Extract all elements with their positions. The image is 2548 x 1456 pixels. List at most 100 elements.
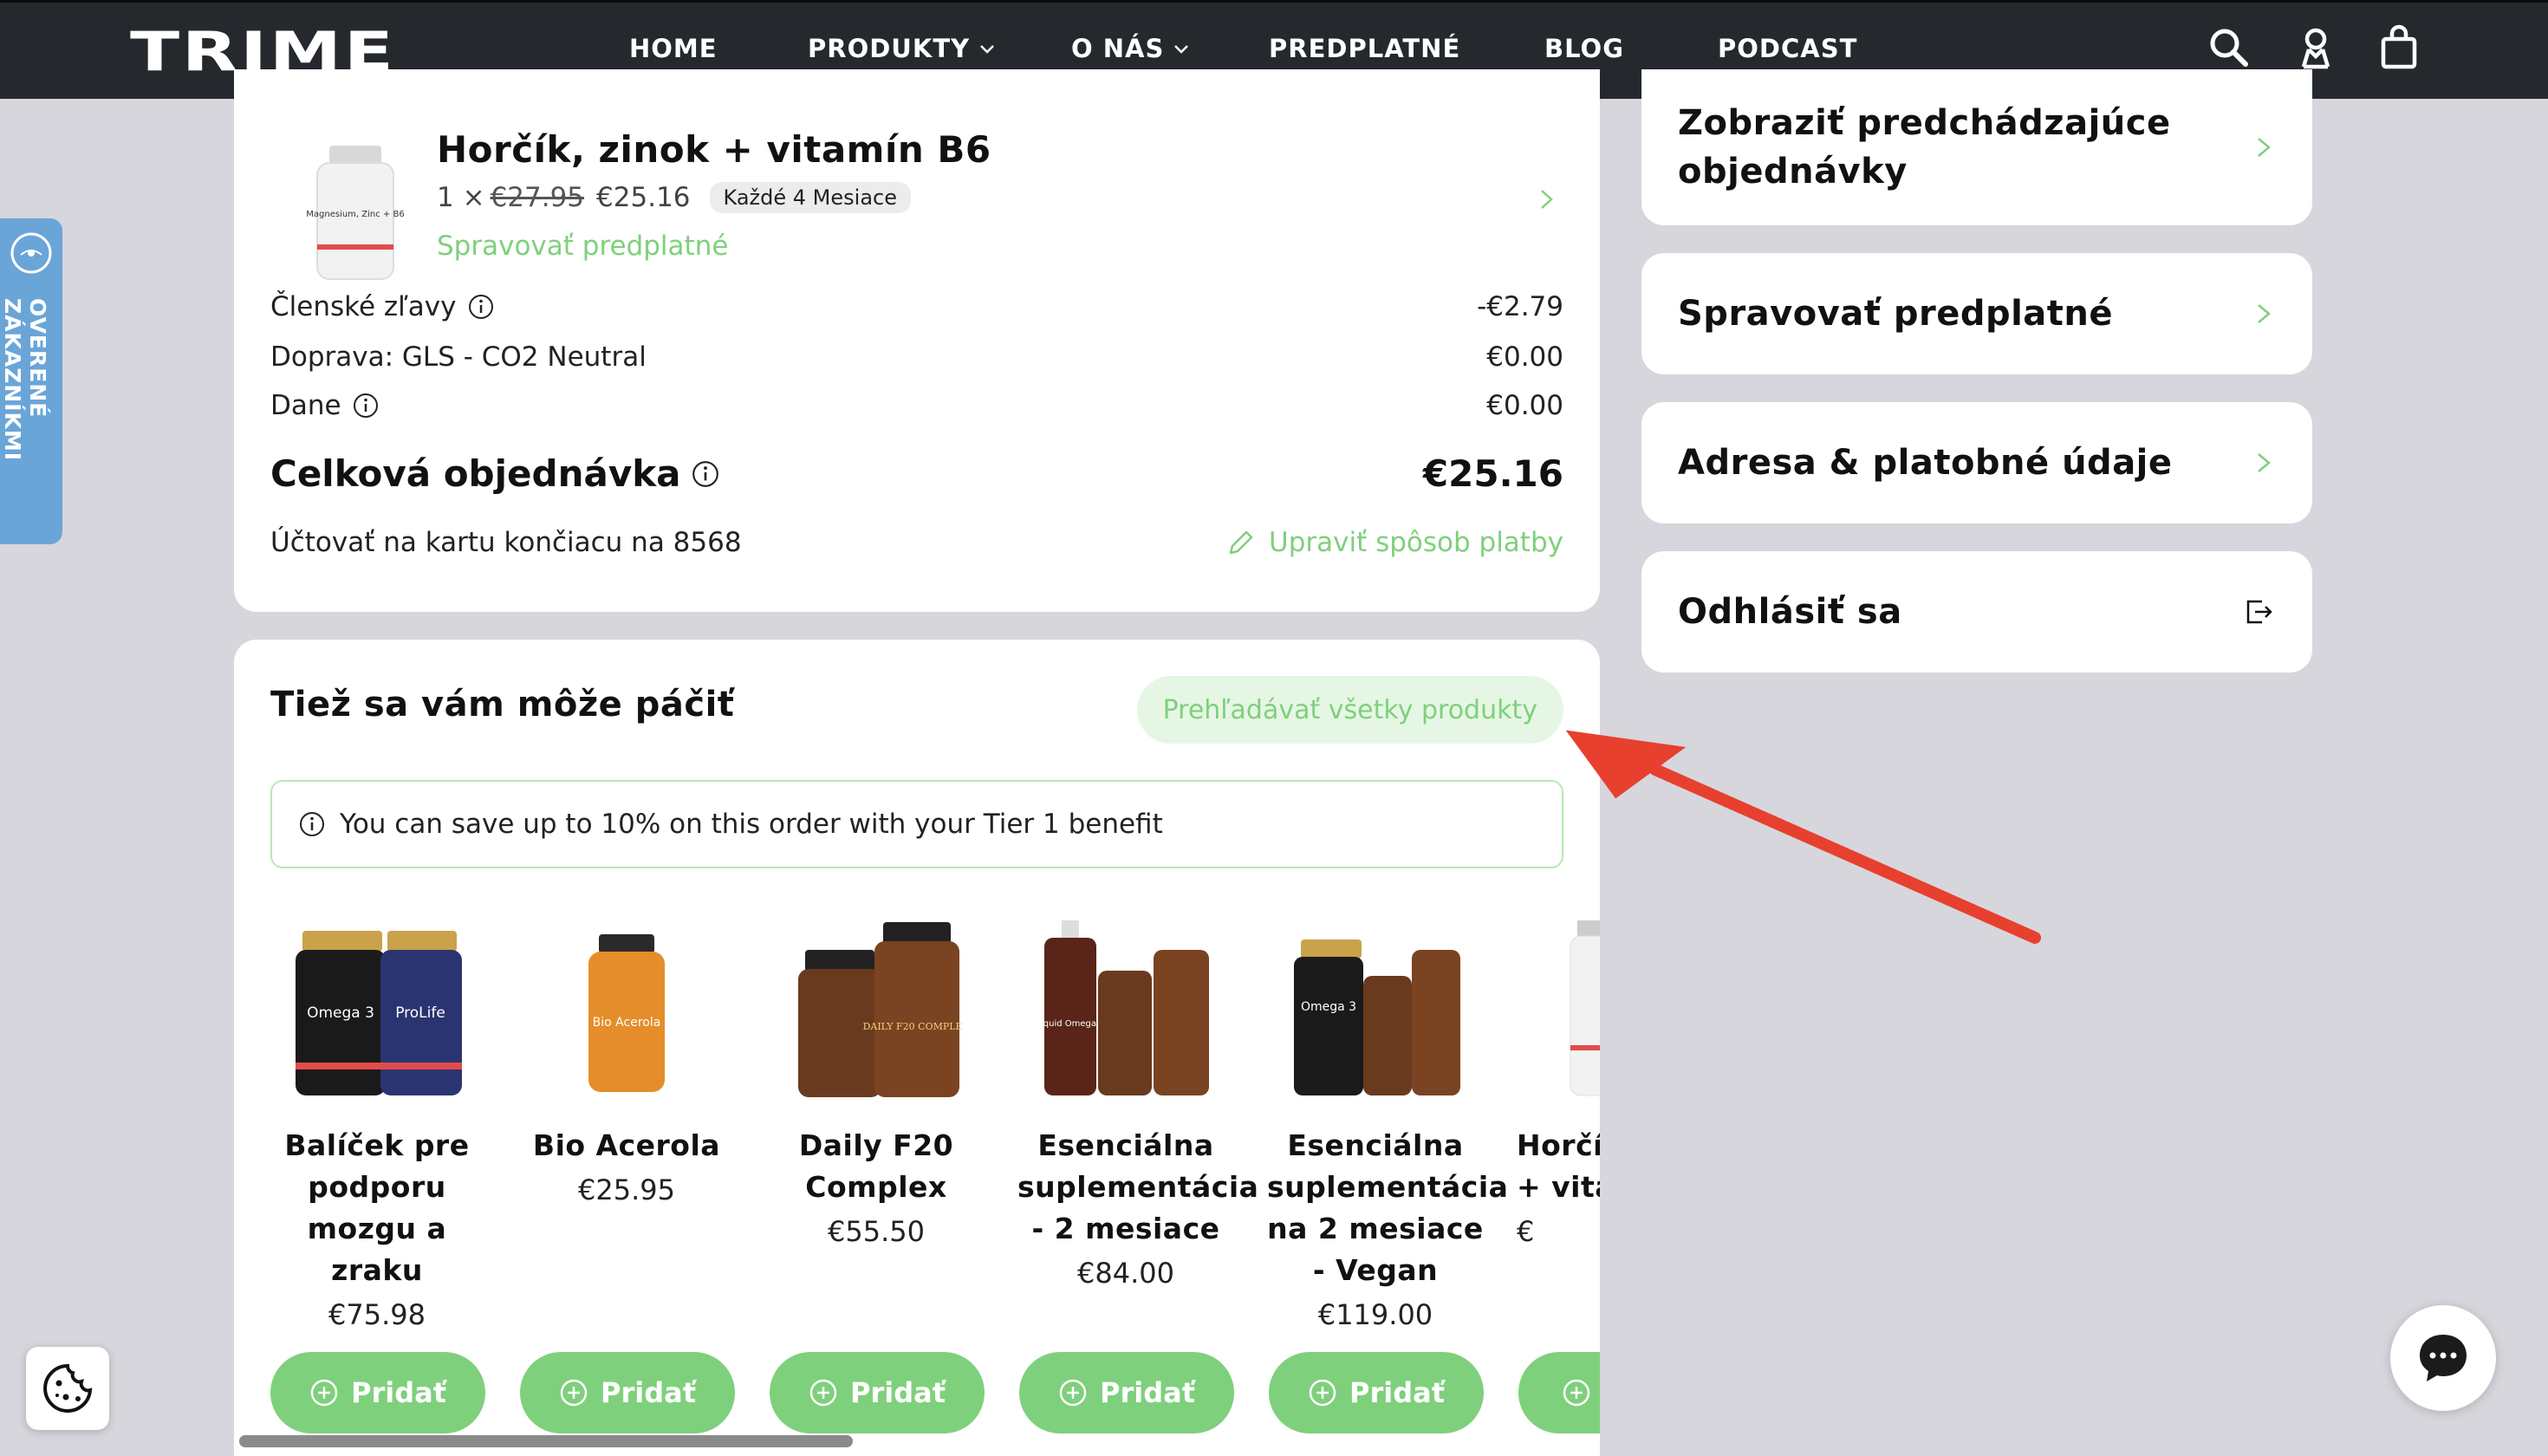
product-image: Omega 3 [1294,939,1460,1095]
product-image: Omega 3 ProLife [296,931,462,1095]
chevron-right-icon[interactable] [1534,182,1560,217]
add-button[interactable]: Pridať [1269,1352,1484,1433]
address-payment-link[interactable]: Adresa & platobné údaje [1641,402,2312,523]
shipping-row: Doprava: GLS - CO2 Neutral €0.00 [270,341,1563,373]
bottle-label: DAILY F20 COMPLEX [863,1021,963,1032]
verified-badge-icon [10,232,52,274]
plus-circle-icon [1059,1379,1087,1407]
product-price: €25.95 [578,1173,675,1206]
verified-customers-tab[interactable]: OVERENÉ ZÁKAZNÍKMI [0,218,62,544]
product-price: €84.00 [1077,1257,1174,1290]
nav-podcast[interactable]: PODCAST [1718,34,1857,63]
plus-circle-icon [809,1379,837,1407]
product-image: DAILY F20 COMPLEX [798,922,963,1097]
product-name: Balíček pre podporu mozgu a zraku [284,1128,470,1287]
search-icon[interactable] [2205,23,2253,72]
tier-message: You can save up to 10% on this order wit… [340,809,1163,840]
product-card[interactable]: Bio Acerola Bio Acerola €25.95 [518,915,735,1206]
discount-row: Členské zľavy -€2.79 [270,291,1563,322]
add-button[interactable]: Pridať [270,1352,485,1433]
nav-o-nas-label: O NÁS [1071,34,1165,63]
nav-blog[interactable]: BLOG [1544,34,1624,63]
chevron-right-icon [2258,138,2271,157]
info-icon [300,812,324,836]
total-value: €25.16 [1422,452,1563,495]
bottle-label: Omega 3 [307,1004,374,1022]
cookie-icon [43,1363,93,1413]
cookie-settings-button[interactable] [26,1347,109,1430]
bottle-label: Omega 3 [1301,1000,1356,1014]
info-icon[interactable] [467,293,495,321]
nav-podcast-label: PODCAST [1718,34,1858,63]
nav-o-nas[interactable]: O NÁS [1071,34,1190,63]
thumb-label: Magnesium, Zinc + B6 [306,210,404,219]
bottle-label: Liquid Omega 3 [1039,1019,1105,1029]
chat-bubble-icon [2420,1335,2467,1381]
product-price: € [1517,1215,1535,1248]
pencil-icon [1229,530,1253,555]
sidebar-item-label: Zobraziť predchádzajúce objednávky [1678,103,2171,192]
card-info: Účtovať na kartu končiacu na 8568 [270,527,742,558]
cart-icon[interactable] [2375,23,2423,72]
product-card[interactable]: Liquid Omega 3 Esenciálna suplementácia … [1017,915,1259,1290]
suggestions-card: Tiež sa vám môže páčiť Prehľadávať všetk… [234,640,1600,1456]
tax-row: Dane €0.00 [270,390,1563,421]
product-card[interactable]: DAILY F20 COMPLEX Daily F20 Complex €55.… [768,915,985,1248]
nav-home[interactable]: HOME [629,34,718,63]
total-label: Celková objednávka [270,452,681,495]
product-image: Liquid Omega 3 [1039,920,1209,1095]
product-name: Esenciálna suplementácia na 2 mesiace - … [1267,1128,1509,1287]
total-row: Celková objednávka €25.16 [270,452,1563,495]
chevron-right-icon [2258,453,2271,472]
nav-predplatne[interactable]: PREDPLATNÉ [1269,34,1460,63]
manage-subscription-link[interactable]: Spravovať predplatné [437,231,728,262]
product-card[interactable]: Omega 3 Esenciálna suplementácia na 2 me… [1267,915,1509,1331]
add-button[interactable]: Pridať [770,1352,985,1433]
chevron-down-icon [980,45,995,54]
shipping-label: Doprava: GLS - CO2 Neutral [270,341,647,373]
chat-widget-button[interactable] [2390,1305,2496,1411]
product-card[interactable]: Omega 3 ProLife Balíček pre podporu mozg… [269,915,485,1331]
plus-circle-icon [1563,1379,1590,1407]
payment-row: Účtovať na kartu končiacu na 8568 Upravi… [270,527,1563,558]
product-name: Horčík, zinok + vitamín B6 [1517,1128,1600,1204]
sidebar-item-label: Adresa & platobné údaje [1678,443,2173,483]
product-name: Daily F20 Complex [798,1128,954,1204]
add-button-label: Pridať [601,1376,696,1409]
product-card[interactable]: Horčík, zinok + vitamín B6 € [1517,915,1600,1248]
nav-produkty-label: PRODUKTY [808,34,971,63]
info-icon[interactable] [352,392,380,419]
add-button-label: Pridať [351,1376,446,1409]
nav-home-label: HOME [629,34,718,63]
add-button[interactable]: Pridať [1019,1352,1234,1433]
chevron-down-icon [1174,45,1189,54]
add-button[interactable] [1518,1352,1600,1433]
product-price: €75.98 [328,1298,426,1331]
manage-subscription-link[interactable]: Spravovať predplatné [1641,253,2312,374]
edit-payment-label: Upraviť spôsob platby [1269,527,1563,558]
logout-link[interactable]: Odhlásiť sa [1641,551,2312,673]
product-price: €119.00 [1317,1298,1433,1331]
add-button-label: Pridať [1349,1376,1445,1409]
nav-blog-label: BLOG [1544,34,1625,63]
account-icon[interactable] [2291,23,2340,72]
product-image [1570,920,1600,1096]
add-button[interactable]: Pridať [520,1352,735,1433]
current-price: €25.16 [596,182,691,213]
frequency-badge: Každé 4 Mesiace [709,182,911,213]
suggestions-title: Tiež sa vám môže páčiť [270,685,735,725]
edit-payment-link[interactable]: Upraviť spôsob platby [1225,527,1563,558]
horizontal-scrollbar[interactable] [239,1435,853,1447]
view-previous-orders-link[interactable]: Zobraziť predchádzajúce objednávky [1641,69,2312,225]
add-button-label: Pridať [1100,1376,1195,1409]
product-image: Bio Acerola [588,934,665,1092]
info-icon[interactable] [691,459,720,489]
browse-all-products-button[interactable]: Prehľadávať všetky produkty [1136,676,1563,744]
add-button-label: Pridať [850,1376,946,1409]
product-name: Esenciálna suplementácia - 2 mesiace [1017,1128,1259,1245]
product-price-row: 1 × €27.95 €25.16 Každé 4 Mesiace [437,182,911,213]
product-name: Bio Acerola [532,1128,721,1162]
bottle-label: Bio Acerola [593,1016,661,1030]
nav-predplatne-label: PREDPLATNÉ [1269,34,1461,63]
nav-produkty[interactable]: PRODUKTY [808,34,996,63]
